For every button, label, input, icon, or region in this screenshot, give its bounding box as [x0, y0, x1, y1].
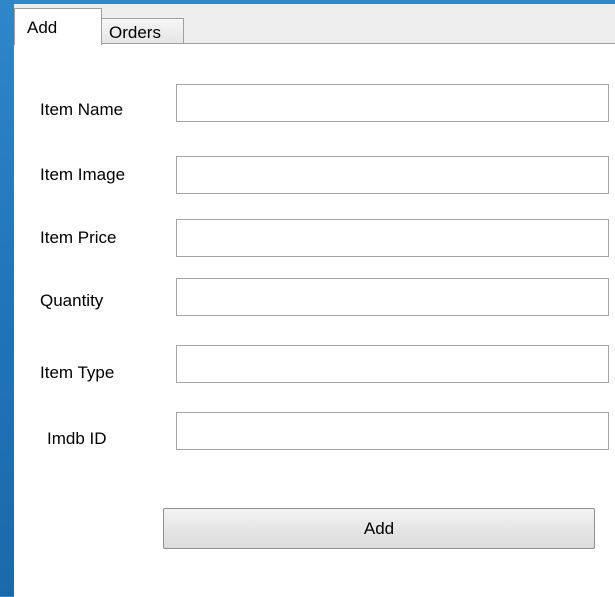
item-type-input[interactable]	[176, 345, 609, 383]
tab-orders-label: Orders	[109, 23, 161, 42]
item-type-label: Item Type	[40, 363, 115, 382]
quantity-input[interactable]	[176, 278, 609, 316]
item-price-input[interactable]	[176, 219, 609, 257]
item-image-label: Item Image	[40, 165, 126, 184]
quantity-label: Quantity	[40, 291, 104, 310]
item-name-input[interactable]	[176, 84, 609, 122]
item-name-label: Item Name	[40, 100, 124, 119]
tab-add-label: Add	[27, 18, 58, 37]
item-image-input[interactable]	[176, 156, 609, 194]
item-price-label: Item Price	[40, 228, 117, 247]
add-button[interactable]: Add	[163, 508, 595, 549]
tab-strip: Add Orders	[14, 4, 615, 45]
tab-orders[interactable]: Orders	[102, 18, 184, 45]
tab-add[interactable]: Add	[14, 8, 102, 45]
imdb-id-input[interactable]	[176, 412, 609, 450]
imdb-id-label: Imdb ID	[47, 429, 107, 448]
